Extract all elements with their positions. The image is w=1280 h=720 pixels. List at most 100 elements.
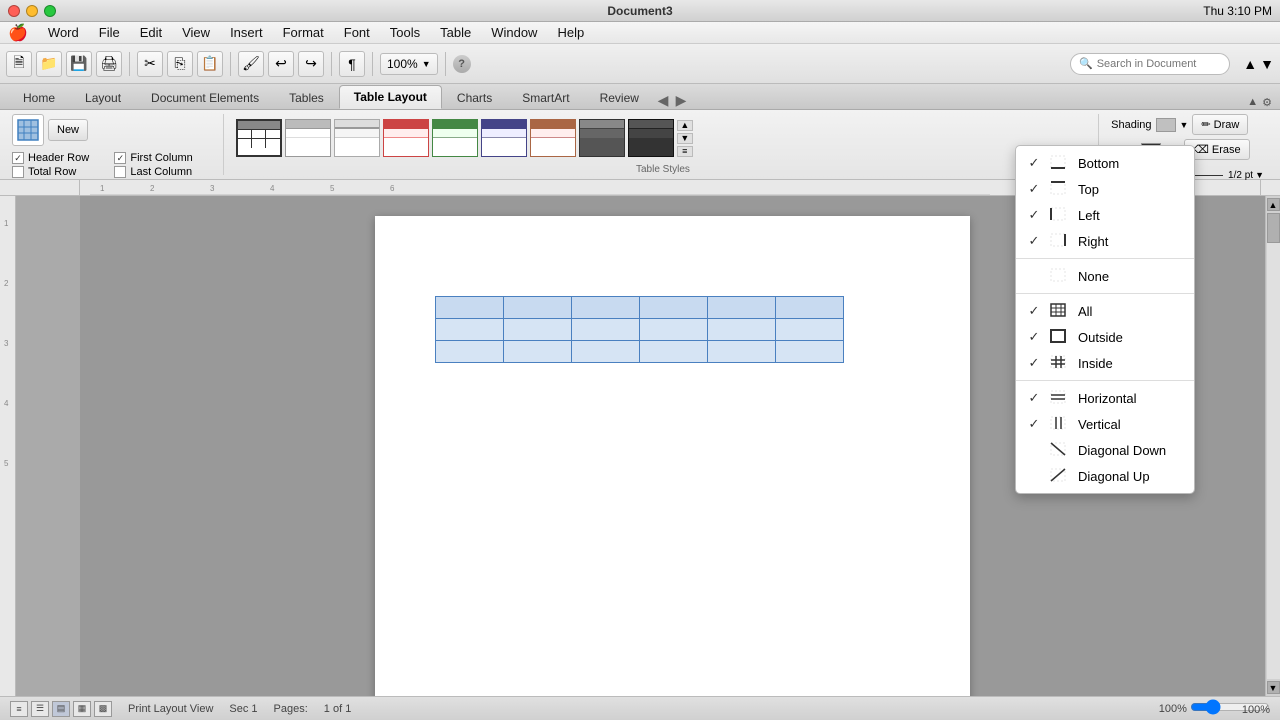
eraser-icon: ⌫ <box>1193 143 1209 156</box>
style-swatch-6[interactable] <box>481 119 527 157</box>
total-row-checkbox[interactable]: Total Row <box>12 166 112 178</box>
tab-smartart[interactable]: SmartArt <box>507 86 584 109</box>
menu-item-top[interactable]: ✓ Top <box>1016 176 1194 202</box>
tab-charts[interactable]: Charts <box>442 86 507 109</box>
search-input[interactable] <box>1097 58 1217 70</box>
document-table[interactable] <box>435 296 844 363</box>
menu-word[interactable]: Word <box>40 23 87 42</box>
tab-tables[interactable]: Tables <box>274 86 339 109</box>
toolbar-save[interactable]: 💾 <box>66 51 92 77</box>
shading-row: Shading ▼ ✏ Draw <box>1111 114 1248 135</box>
style-nav: ▲ ▼ ≡ <box>677 120 693 157</box>
style-swatch-5[interactable] <box>432 119 478 157</box>
menu-item-diagonal-up-label: Diagonal Up <box>1078 469 1184 484</box>
style-swatch-4[interactable] <box>383 119 429 157</box>
menu-item-none[interactable]: None <box>1016 263 1194 289</box>
tab-table-layout[interactable]: Table Layout <box>339 85 442 109</box>
close-button[interactable] <box>8 5 20 17</box>
zoom-control[interactable]: 100% ▼ <box>380 53 438 75</box>
table-style-icon[interactable] <box>12 114 44 146</box>
menu-window[interactable]: Window <box>483 23 545 42</box>
ribbon-nav-left[interactable]: ◀ <box>654 91 672 109</box>
menu-item-outside[interactable]: ✓ Outside <box>1016 324 1194 350</box>
menu-item-diagonal-up[interactable]: Diagonal Up <box>1016 463 1194 489</box>
menu-item-vertical[interactable]: ✓ Vertical <box>1016 411 1194 437</box>
style-swatch-7[interactable] <box>530 119 576 157</box>
scroll-up-btn[interactable]: ▲ <box>1267 198 1280 211</box>
menu-insert[interactable]: Insert <box>222 23 271 42</box>
toolbar-cut[interactable]: ✂ <box>137 51 163 77</box>
search-box[interactable]: 🔍 <box>1070 53 1230 75</box>
toolbar-redo[interactable]: ↪ <box>298 51 324 77</box>
shading-arrow[interactable]: ▼ <box>1180 120 1189 130</box>
line-weight-arrow[interactable]: ▼ <box>1255 170 1264 180</box>
toolbar-undo[interactable]: ↩ <box>268 51 294 77</box>
style-nav-more[interactable]: ≡ <box>677 146 693 157</box>
toolbar-pilcrow[interactable]: ¶ <box>339 51 365 77</box>
view-btn-3[interactable]: ▤ <box>52 701 70 717</box>
scroll-thumb[interactable] <box>1267 213 1280 243</box>
help-button[interactable]: ? <box>453 55 471 73</box>
new-button[interactable]: New <box>48 119 88 141</box>
menu-item-bottom[interactable]: ✓ Bottom <box>1016 150 1194 176</box>
shading-color[interactable] <box>1156 118 1176 132</box>
view-btn-5[interactable]: ▩ <box>94 701 112 717</box>
menu-file[interactable]: File <box>91 23 128 42</box>
style-swatch-2[interactable] <box>285 119 331 157</box>
menu-item-all[interactable]: ✓ All <box>1016 298 1194 324</box>
zoom-arrow[interactable]: ▼ <box>422 59 431 69</box>
style-swatch-1[interactable] <box>236 119 282 157</box>
toolbar-copy[interactable]: ⎘ <box>167 51 193 77</box>
table-cell <box>436 341 504 363</box>
style-nav-down[interactable]: ▼ <box>677 133 693 144</box>
toolbar-format-painter[interactable]: 🖌 <box>238 51 264 77</box>
menu-tools[interactable]: Tools <box>382 23 428 42</box>
view-btn-2[interactable]: ☰ <box>31 701 49 717</box>
check-none <box>1026 269 1042 284</box>
scroll-down-btn[interactable]: ▼ <box>1267 681 1280 694</box>
nav-down[interactable]: ▼ <box>1260 56 1274 72</box>
svg-text:2: 2 <box>150 184 155 193</box>
style-nav-up[interactable]: ▲ <box>677 120 693 131</box>
toolbar-new[interactable]: 🗎 <box>6 51 32 77</box>
menu-help[interactable]: Help <box>549 23 592 42</box>
style-swatch-9[interactable] <box>628 119 674 157</box>
header-row-checkbox[interactable]: Header Row <box>12 152 112 164</box>
toolbar-open[interactable]: 📁 <box>36 51 62 77</box>
menu-edit[interactable]: Edit <box>132 23 170 42</box>
ribbon-toggle[interactable]: ▲ <box>1247 96 1258 109</box>
view-btn-4[interactable]: ▦ <box>73 701 91 717</box>
tab-layout[interactable]: Layout <box>70 86 136 109</box>
menu-view[interactable]: View <box>174 23 218 42</box>
window-controls <box>8 5 56 17</box>
nav-up[interactable]: ▲ <box>1243 56 1257 72</box>
menu-table[interactable]: Table <box>432 23 479 42</box>
nav-arrows: ▲ ▼ <box>1234 56 1274 72</box>
menu-font[interactable]: Font <box>336 23 378 42</box>
scrollbar-v[interactable]: ▲ ▼ <box>1265 196 1280 696</box>
tab-document-elements[interactable]: Document Elements <box>136 86 274 109</box>
toolbar-paste[interactable]: 📋 <box>197 51 223 77</box>
tab-home[interactable]: Home <box>8 86 70 109</box>
maximize-button[interactable] <box>44 5 56 17</box>
table-cell <box>504 297 572 319</box>
menu-item-right[interactable]: ✓ Right <box>1016 228 1194 254</box>
menu-format[interactable]: Format <box>275 23 332 42</box>
table-icon-row: New <box>12 114 215 146</box>
tab-review[interactable]: Review <box>585 86 654 109</box>
draw-button[interactable]: ✏ Draw <box>1192 114 1248 135</box>
style-swatch-8[interactable] <box>579 119 625 157</box>
minimize-button[interactable] <box>26 5 38 17</box>
menu-item-left[interactable]: ✓ Left <box>1016 202 1194 228</box>
toolbar-print[interactable]: 🖨 <box>96 51 122 77</box>
apple-menu[interactable]: 🍎 <box>8 23 28 43</box>
menu-item-horizontal[interactable]: ✓ Horizontal <box>1016 385 1194 411</box>
ribbon-options[interactable]: ⚙ <box>1262 96 1272 109</box>
menu-item-diagonal-down[interactable]: Diagonal Down <box>1016 437 1194 463</box>
ribbon-nav-right[interactable]: ▶ <box>672 91 690 109</box>
first-column-checkbox[interactable]: First Column <box>114 152 214 164</box>
last-column-checkbox[interactable]: Last Column <box>114 166 214 178</box>
menu-item-inside[interactable]: ✓ Inside <box>1016 350 1194 376</box>
style-swatch-3[interactable] <box>334 119 380 157</box>
view-btn-1[interactable]: ≡ <box>10 701 28 717</box>
